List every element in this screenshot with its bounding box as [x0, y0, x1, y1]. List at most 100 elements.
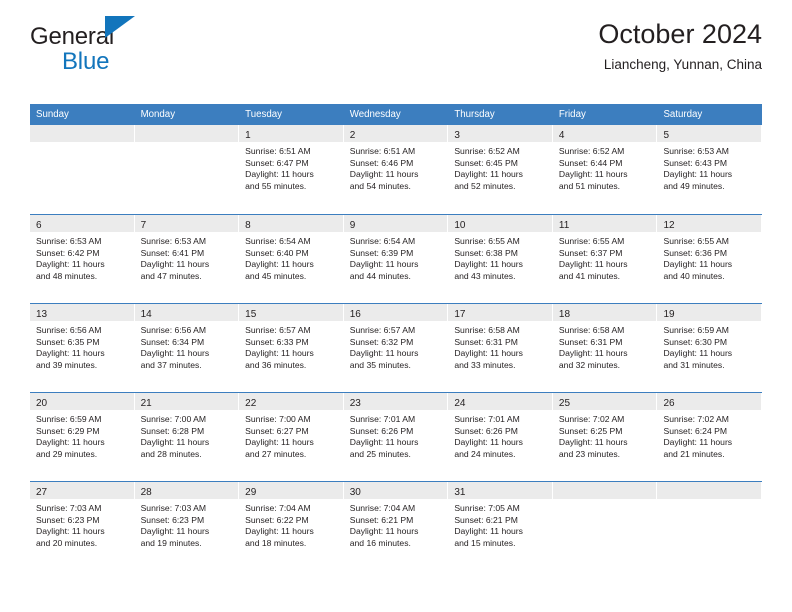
daylight-line: Daylight: 11 hours — [36, 526, 105, 537]
day-cell[interactable]: 16 Sunrise: 6:57 AM Sunset: 6:32 PM Dayligh… — [343, 304, 449, 392]
day-cell[interactable]: 25 Sunrise: 7:02 AM Sunset: 6:25 PM Dayligh… — [552, 393, 658, 481]
daylight-line: Daylight: 11 hours — [245, 259, 314, 270]
sunset-line: Sunset: 6:37 PM — [558, 247, 623, 258]
sunset-line: Sunset: 6:32 PM — [349, 336, 414, 347]
brand-name-blue: Blue — [62, 48, 110, 75]
day-number: 20 — [36, 398, 48, 409]
day-number-band: 15 — [239, 304, 343, 321]
day-details: Sunrise: 7:01 AM Sunset: 6:26 PM Daylight:… — [344, 410, 448, 460]
day-cell[interactable]: 26 Sunrise: 7:02 AM Sunset: 6:24 PM Dayligh… — [657, 393, 763, 481]
sunset-line: Sunset: 6:26 PM — [349, 425, 414, 436]
weekday-header-row: Sunday Monday Tuesday Wednesday Thursday Frid… — [30, 104, 762, 125]
day-number-band — [657, 482, 762, 499]
day-cell[interactable]: 14 Sunrise: 6:56 AM Sunset: 6:34 PM Dayligh… — [134, 304, 240, 392]
daylight-line: Daylight: 11 hours — [140, 348, 210, 359]
weekday-header-wednesday: Wednesday — [349, 109, 401, 120]
day-cell[interactable]: 15 Sunrise: 6:57 AM Sunset: 6:33 PM Dayligh… — [239, 304, 344, 392]
sunrise-line: Sunrise: 6:58 AM — [558, 325, 625, 335]
daylight-line: Daylight: 11 hours — [454, 526, 523, 537]
day-cell[interactable]: 12 Sunrise: 6:55 AM Sunset: 6:36 PM Dayligh… — [657, 215, 763, 303]
daylight-line-cont: and 19 minutes. — [140, 537, 202, 548]
sunrise-line: Sunrise: 7:02 AM — [663, 414, 729, 424]
day-cell[interactable]: 21 Sunrise: 7:00 AM Sunset: 6:28 PM Dayligh… — [134, 393, 240, 481]
daylight-line: Daylight: 11 hours — [349, 348, 419, 359]
day-cell[interactable]: 23 Sunrise: 7:01 AM Sunset: 6:26 PM Dayligh… — [343, 393, 449, 481]
daylight-line: Daylight: 11 hours — [349, 526, 419, 537]
day-details: Sunrise: 6:54 AM Sunset: 6:40 PM Daylight:… — [239, 232, 343, 282]
day-cell[interactable]: 29 Sunrise: 7:04 AM Sunset: 6:22 PM Dayligh… — [239, 482, 344, 570]
day-number: 4 — [558, 130, 565, 141]
day-cell[interactable]: 13 Sunrise: 6:56 AM Sunset: 6:35 PM Dayligh… — [30, 304, 135, 392]
day-number-band: 11 — [552, 215, 657, 232]
day-details: Sunrise: 6:52 AM Sunset: 6:44 PM Daylight:… — [553, 142, 657, 192]
sunset-line: Sunset: 6:41 PM — [140, 247, 205, 258]
day-cell[interactable]: 31 Sunrise: 7:05 AM Sunset: 6:21 PM Dayligh… — [448, 482, 553, 570]
day-cell[interactable]: 11 Sunrise: 6:55 AM Sunset: 6:37 PM Dayligh… — [552, 215, 658, 303]
day-cell[interactable]: 17 Sunrise: 6:58 AM Sunset: 6:31 PM Dayligh… — [448, 304, 553, 392]
sunrise-line: Sunrise: 6:54 AM — [245, 236, 311, 246]
page-header: General Blue October 2024 Liancheng, Yun… — [30, 0, 762, 104]
day-cell[interactable]: 1 Sunrise: 6:51 AM Sunset: 6:47 PM Daylight… — [239, 125, 344, 214]
sunrise-line: Sunrise: 6:56 AM — [36, 325, 102, 335]
sunset-line: Sunset: 6:28 PM — [140, 425, 205, 436]
day-cell[interactable]: 27 Sunrise: 7:03 AM Sunset: 6:23 PM Dayligh… — [30, 482, 135, 570]
day-number-band: 21 — [134, 393, 239, 410]
day-details: Sunrise: 6:56 AM Sunset: 6:34 PM Daylight:… — [135, 321, 239, 371]
daylight-line: Daylight: 11 hours — [245, 348, 314, 359]
day-cell[interactable]: 18 Sunrise: 6:58 AM Sunset: 6:31 PM Dayligh… — [552, 304, 658, 392]
sunset-line: Sunset: 6:34 PM — [140, 336, 205, 347]
daylight-line-cont: and 32 minutes. — [558, 359, 621, 370]
day-cell[interactable]: 30 Sunrise: 7:04 AM Sunset: 6:21 PM Dayligh… — [343, 482, 449, 570]
day-number: 12 — [663, 220, 675, 231]
day-cell[interactable]: 4 Sunrise: 6:52 AM Sunset: 6:44 PM Daylight… — [552, 125, 658, 214]
day-number-band — [30, 125, 134, 142]
day-number: 6 — [36, 220, 42, 231]
day-cell[interactable]: 20 Sunrise: 6:59 AM Sunset: 6:29 PM Dayligh… — [30, 393, 135, 481]
day-cell[interactable]: 5 Sunrise: 6:53 AM Sunset: 6:43 PM Daylight… — [657, 125, 763, 214]
day-cell[interactable]: 6 Sunrise: 6:53 AM Sunset: 6:42 PM Daylight… — [30, 215, 135, 303]
day-cell[interactable]: 2 Sunrise: 6:51 AM Sunset: 6:46 PM Daylight… — [343, 125, 449, 214]
daylight-line: Daylight: 11 hours — [140, 259, 210, 270]
daylight-line-cont: and 41 minutes. — [558, 270, 621, 281]
day-cell[interactable]: 24 Sunrise: 7:01 AM Sunset: 6:26 PM Dayligh… — [448, 393, 553, 481]
day-details: Sunrise: 7:00 AM Sunset: 6:28 PM Daylight:… — [135, 410, 239, 460]
daylight-line-cont: and 24 minutes. — [454, 448, 516, 459]
day-cell[interactable]: 9 Sunrise: 6:54 AM Sunset: 6:39 PM Daylight… — [343, 215, 449, 303]
sunrise-line: Sunrise: 7:03 AM — [140, 503, 207, 513]
daylight-line: Daylight: 11 hours — [349, 259, 419, 270]
day-cell[interactable]: 7 Sunrise: 6:53 AM Sunset: 6:41 PM Daylight… — [134, 215, 240, 303]
day-details: Sunrise: 6:51 AM Sunset: 6:46 PM Daylight:… — [344, 142, 448, 192]
sunrise-line: Sunrise: 7:02 AM — [558, 414, 625, 424]
day-details: Sunrise: 7:02 AM Sunset: 6:24 PM Daylight:… — [657, 410, 761, 460]
sunrise-line: Sunrise: 6:51 AM — [245, 146, 311, 156]
sunset-line: Sunset: 6:27 PM — [245, 425, 309, 436]
sunrise-line: Sunrise: 6:59 AM — [663, 325, 729, 335]
sunset-line: Sunset: 6:23 PM — [36, 514, 100, 525]
page-title: October 2024 — [598, 19, 762, 49]
daylight-line-cont: and 25 minutes. — [349, 448, 411, 459]
sunset-line: Sunset: 6:46 PM — [349, 157, 414, 168]
brand-logo[interactable]: General Blue — [30, 14, 200, 74]
day-number-band: 9 — [343, 215, 448, 232]
daylight-line-cont: and 35 minutes. — [349, 359, 411, 370]
daylight-line-cont: and 37 minutes. — [140, 359, 202, 370]
sunset-line: Sunset: 6:42 PM — [36, 247, 100, 258]
daylight-line: Daylight: 11 hours — [36, 437, 105, 448]
sunrise-line: Sunrise: 7:04 AM — [349, 503, 416, 513]
day-cell[interactable]: 8 Sunrise: 6:54 AM Sunset: 6:40 PM Daylight… — [239, 215, 344, 303]
day-number: 18 — [558, 309, 571, 320]
day-number-band: 3 — [448, 125, 552, 142]
day-cell[interactable]: 3 Sunrise: 6:52 AM Sunset: 6:45 PM Daylight… — [448, 125, 553, 214]
day-details: Sunrise: 6:59 AM Sunset: 6:30 PM Daylight:… — [657, 321, 761, 371]
daylight-line-cont: and 27 minutes. — [245, 448, 307, 459]
daylight-line-cont: and 33 minutes. — [454, 359, 516, 370]
day-number: 14 — [140, 309, 152, 320]
day-cell[interactable]: 10 Sunrise: 6:55 AM Sunset: 6:38 PM Dayligh… — [448, 215, 553, 303]
day-cell[interactable]: 19 Sunrise: 6:59 AM Sunset: 6:30 PM Dayligh… — [657, 304, 763, 392]
day-cell[interactable]: 28 Sunrise: 7:03 AM Sunset: 6:23 PM Dayligh… — [134, 482, 240, 570]
daylight-line-cont: and 40 minutes. — [663, 270, 725, 281]
day-cell[interactable]: 22 Sunrise: 7:00 AM Sunset: 6:27 PM Dayligh… — [239, 393, 344, 481]
sunset-line: Sunset: 6:35 PM — [36, 336, 100, 347]
brand-triangle-icon — [105, 16, 135, 38]
day-number: 7 — [140, 220, 147, 231]
